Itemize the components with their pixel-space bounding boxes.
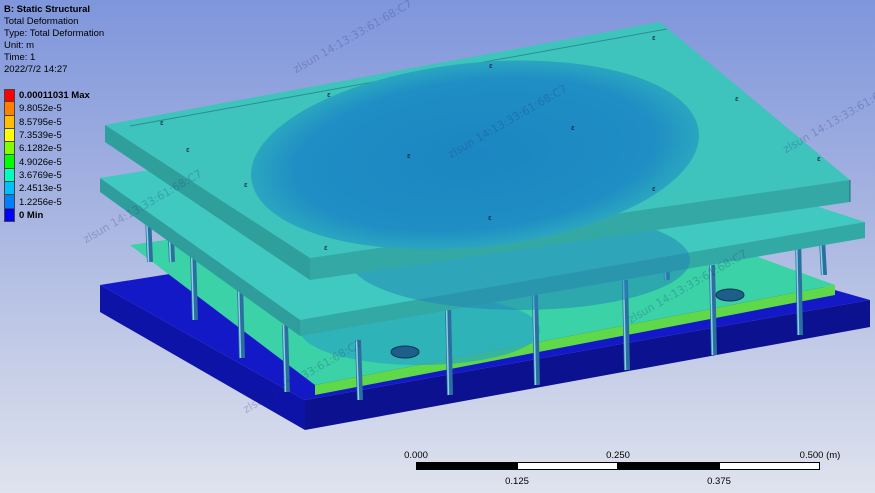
bolt-marker: ε xyxy=(817,155,821,163)
legend-row: 8.5795e-5 xyxy=(4,115,90,129)
cylinder-support xyxy=(715,288,745,302)
legend-row: 7.3539e-5 xyxy=(4,128,90,143)
legend-swatch xyxy=(4,182,15,196)
scale-bar: 0.000 0.250 0.500 (m) 0.125 0.375 xyxy=(400,448,840,488)
scale-segment-4 xyxy=(719,462,820,470)
result-time: Time: 1 xyxy=(4,52,36,63)
scale-label-500: 0.500 (m) xyxy=(799,450,841,461)
legend-swatch xyxy=(4,89,15,103)
bolt-marker: ε xyxy=(489,62,493,70)
bolt-marker: ε xyxy=(488,214,492,222)
legend-swatch xyxy=(4,155,15,169)
legend-label: 4.9026e-5 xyxy=(19,156,62,168)
result-type: Type: Total Deformation xyxy=(4,28,105,39)
bolt-marker: ε xyxy=(652,34,656,42)
bolt-marker: ε xyxy=(407,152,411,160)
legend-label: 9.8052e-5 xyxy=(19,103,62,115)
legend-label: 3.6769e-5 xyxy=(19,169,62,181)
analysis-title: B: Static Structural xyxy=(4,4,91,15)
legend-row: 3.6769e-5 xyxy=(4,168,90,183)
bolt-marker: ε xyxy=(327,91,331,99)
bolt-marker: ε xyxy=(652,185,656,193)
cylinder-support xyxy=(390,345,420,359)
result-unit: Unit: m xyxy=(4,40,35,51)
legend-row: 6.1282e-5 xyxy=(4,142,90,156)
scale-label-125: 0.125 xyxy=(505,476,529,487)
legend-label: 8.5795e-5 xyxy=(19,116,62,128)
scale-segment-2 xyxy=(517,462,618,470)
legend-row: 2.4513e-5 xyxy=(4,182,90,196)
scale-label-375: 0.375 xyxy=(707,476,731,487)
legend-swatch xyxy=(4,128,15,143)
legend-swatch xyxy=(4,142,15,156)
scale-segment-1 xyxy=(416,462,517,470)
scale-segment-3 xyxy=(618,462,719,470)
legend-label: 2.4513e-5 xyxy=(19,183,62,195)
result-name: Total Deformation xyxy=(4,16,79,27)
legend-row: 9.8052e-5 xyxy=(4,102,90,116)
bolt-marker: ε xyxy=(324,244,328,252)
legend-swatch xyxy=(4,102,15,116)
bolt-marker: ε xyxy=(571,124,575,132)
legend-label: 0.00011031 Max xyxy=(19,90,90,102)
model-viewport[interactable]: ε ε ε ε ε ε ε ε ε ε ε ε ε xyxy=(0,0,875,493)
legend-swatch xyxy=(4,195,15,209)
legend-row: 0.00011031 Max xyxy=(4,89,90,103)
result-info: B: Static Structural Total Deformation T… xyxy=(4,4,104,76)
legend-label: 1.2256e-5 xyxy=(19,196,62,208)
bolt-marker: ε xyxy=(160,119,164,127)
legend-label: 6.1282e-5 xyxy=(19,143,62,155)
legend-row: 0 Min xyxy=(4,208,90,222)
legend-swatch xyxy=(4,168,15,183)
scale-label-250: 0.250 xyxy=(606,450,630,461)
bolt-marker: ε xyxy=(244,181,248,189)
bolt-marker: ε xyxy=(186,146,190,154)
legend-row: 4.9026e-5 xyxy=(4,155,90,169)
legend-swatch xyxy=(4,208,15,222)
legend-label: 0 Min xyxy=(19,209,44,221)
legend-label: 7.3539e-5 xyxy=(19,130,62,142)
scale-label-0: 0.000 xyxy=(404,450,428,461)
bolt-marker: ε xyxy=(735,95,739,103)
contour-legend: 0.00011031 Max 9.8052e-5 8.5795e-5 7.3539e-… xyxy=(4,89,90,222)
result-date: 2022/7/2 14:27 xyxy=(4,64,68,75)
legend-row: 1.2256e-5 xyxy=(4,195,90,209)
legend-swatch xyxy=(4,115,15,129)
